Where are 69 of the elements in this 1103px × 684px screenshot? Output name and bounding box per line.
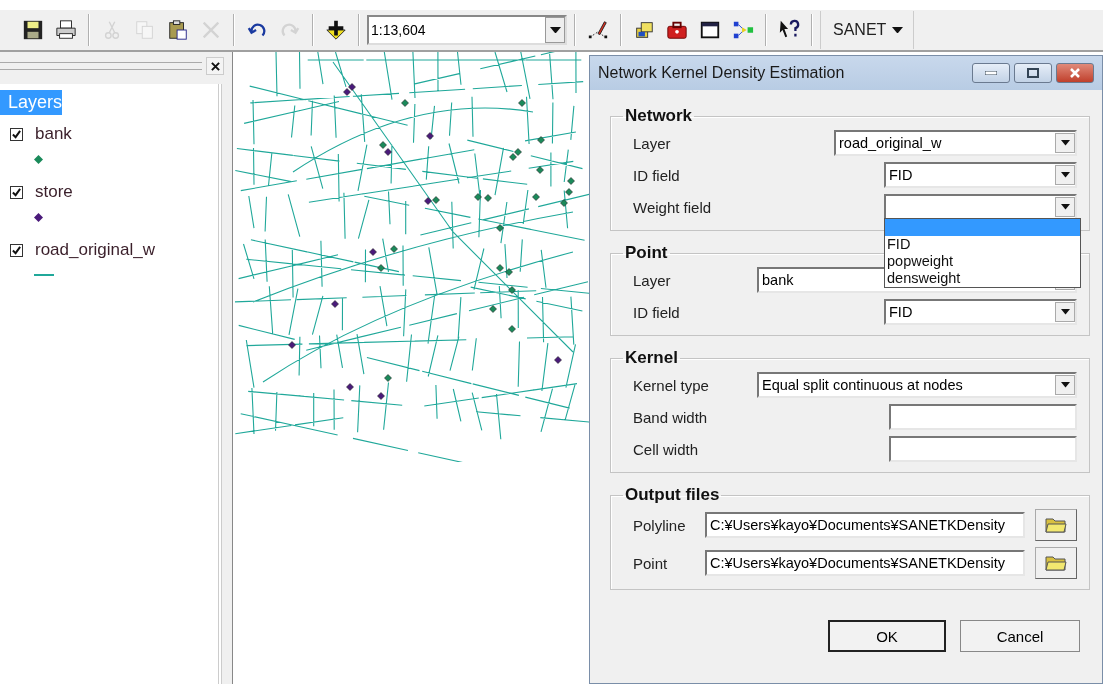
field-label: Band width [632, 408, 709, 426]
caret-icon [1060, 309, 1070, 315]
model-graph-icon [732, 19, 754, 41]
dropdown-button[interactable] [1055, 165, 1075, 185]
field-label: Kernel type [632, 376, 710, 394]
close-button[interactable] [206, 57, 224, 75]
group-title: Network [624, 106, 694, 126]
minimize-button[interactable] [972, 63, 1010, 83]
scale-dropdown[interactable]: 1:13,604 [367, 15, 567, 45]
toolbox-icon [666, 19, 688, 41]
layer-checkbox[interactable] [10, 127, 23, 141]
dropdown-button[interactable] [1055, 197, 1075, 217]
add-data-icon [325, 19, 347, 41]
field-label: Cell width [632, 440, 700, 458]
field-label: ID field [632, 166, 681, 184]
group-title: Output files [624, 485, 721, 505]
dropdown-button[interactable] [1055, 133, 1075, 153]
layer-name[interactable]: road_original_w [35, 240, 156, 260]
panel-grip[interactable] [0, 62, 202, 70]
dropdown[interactable]: FID [884, 299, 1077, 325]
sanet-menu[interactable]: SANET [820, 11, 915, 49]
dropdown[interactable]: Equal split continuous at nodes [757, 372, 1077, 398]
save-icon [22, 19, 44, 41]
layer-name[interactable]: bank [35, 124, 72, 144]
maximize-icon [1027, 68, 1039, 78]
path-field[interactable]: C:¥Users¥kayo¥Documents¥SANETKDensity [705, 550, 1025, 576]
layer-checkbox[interactable] [10, 185, 23, 199]
dropdown[interactable]: road_original_w [834, 130, 1077, 156]
group-title: Point [624, 243, 669, 263]
field-label: Polyline [632, 516, 687, 534]
dropdown-button[interactable] [1055, 302, 1075, 322]
folder-icon [1045, 517, 1067, 533]
field-label: Point [632, 554, 669, 572]
caret-icon [892, 26, 904, 34]
delete-icon [200, 19, 222, 41]
layer-checkbox[interactable] [10, 243, 23, 257]
browse-button[interactable] [1035, 547, 1077, 579]
field-label: Layer [632, 134, 672, 152]
path-field[interactable]: C:¥Users¥kayo¥Documents¥SANETKDensity [705, 512, 1025, 538]
dropdown[interactable]: FID [884, 162, 1077, 188]
field-label: ID field [632, 303, 681, 321]
caret-icon [1060, 382, 1070, 388]
caret-icon [1060, 172, 1070, 178]
browse-button[interactable] [1035, 509, 1077, 541]
layers-icon [633, 19, 655, 41]
cancel-button[interactable]: Cancel [960, 620, 1080, 652]
copy-icon [134, 19, 156, 41]
dropdown-button[interactable] [1055, 375, 1075, 395]
layer-name[interactable]: store [35, 182, 73, 202]
field-label: Layer [632, 271, 672, 289]
close-icon [210, 61, 220, 71]
sketch-pencil-icon [587, 19, 609, 41]
caret-icon [549, 26, 561, 34]
maximize-button[interactable] [1014, 63, 1052, 83]
caret-icon [1060, 140, 1070, 146]
window-title: Network Kernel Density Estimation [598, 64, 846, 82]
ok-button[interactable]: OK [828, 620, 946, 652]
paste-icon [167, 19, 189, 41]
printer-icon [55, 19, 77, 41]
group-title: Kernel [624, 348, 679, 368]
input-field[interactable] [889, 436, 1077, 462]
minimize-icon [985, 71, 997, 75]
window-icon [699, 19, 721, 41]
caret-icon [1060, 204, 1070, 210]
close-icon [1069, 68, 1081, 78]
field-label: Weight field [632, 198, 713, 216]
input-field[interactable] [889, 404, 1077, 430]
folder-icon [1045, 555, 1067, 571]
dropdown-button[interactable] [545, 17, 565, 43]
